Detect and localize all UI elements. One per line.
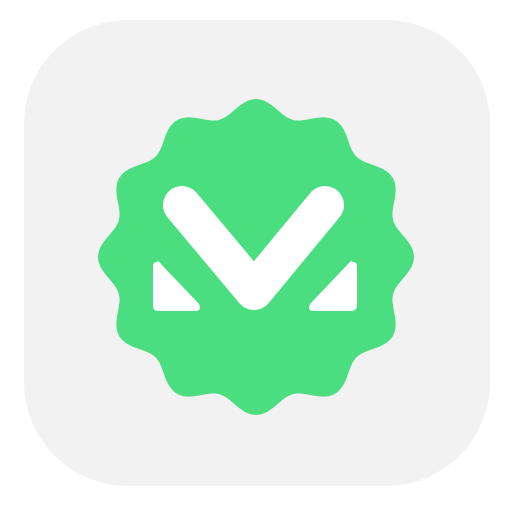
scalloped-badge-shape bbox=[98, 99, 414, 415]
verified-badge-v-icon bbox=[98, 99, 414, 415]
app-icon bbox=[0, 0, 512, 512]
